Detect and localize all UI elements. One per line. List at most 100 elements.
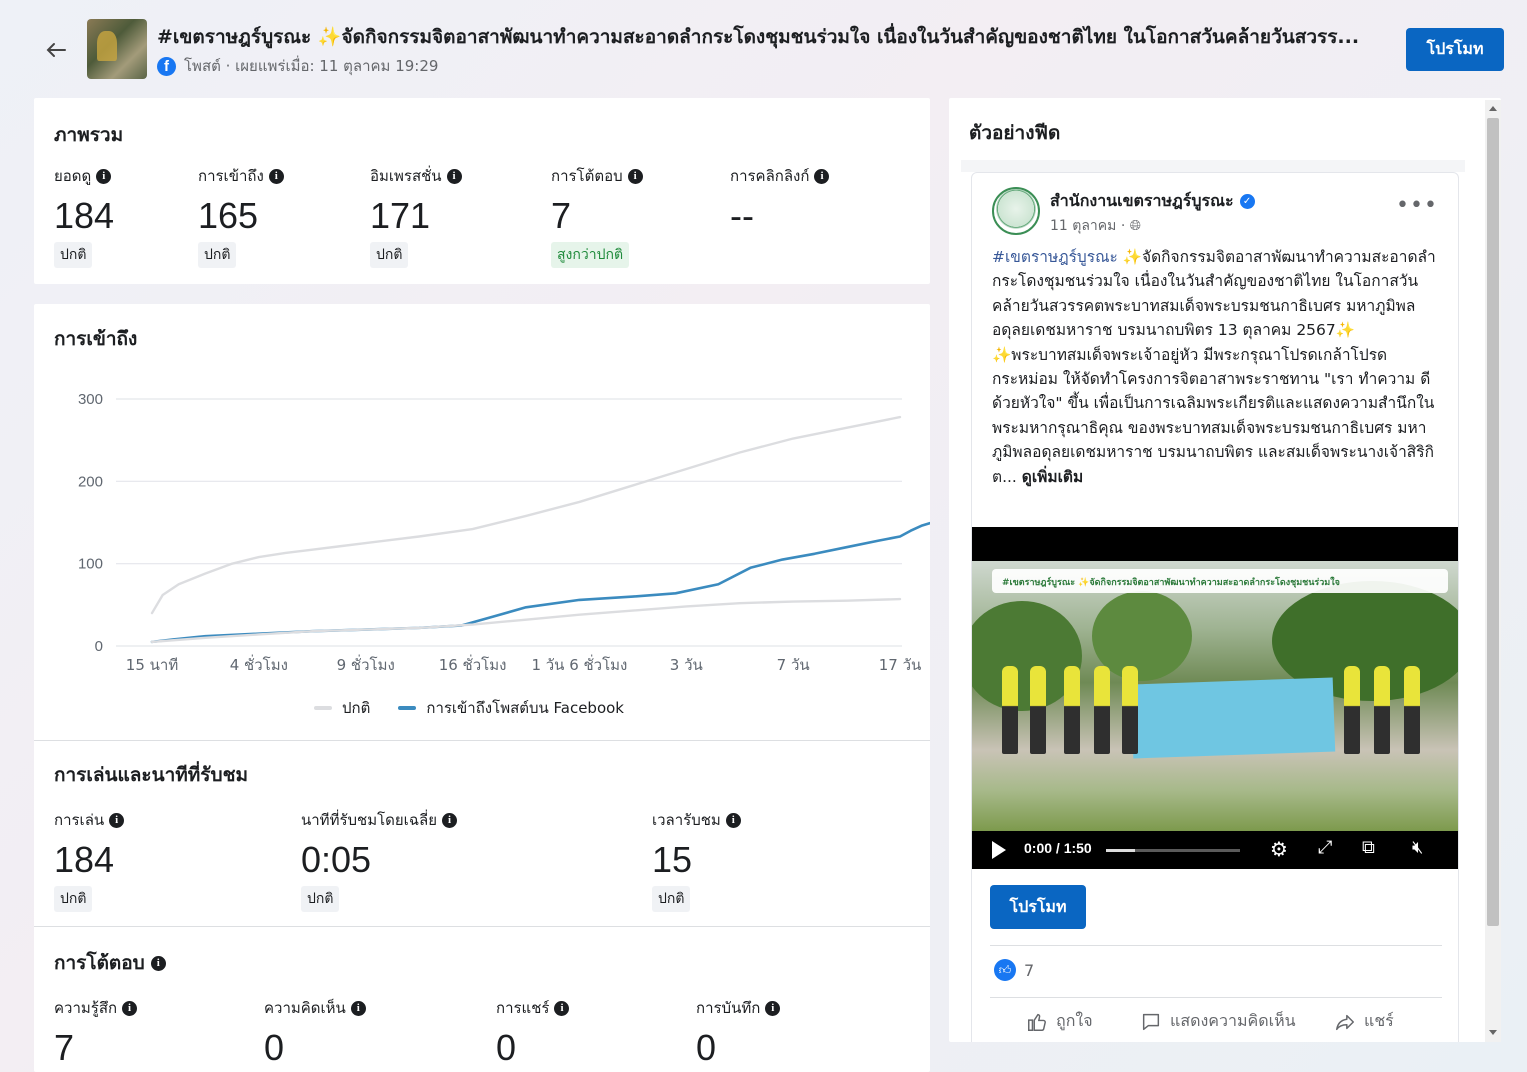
video-banner <box>1130 677 1336 759</box>
metric-label: การแชร์ <box>496 999 550 1017</box>
y-tick-label: 200 <box>78 473 103 490</box>
metric-shares: การแชร์ i 0 <box>496 996 570 1070</box>
info-icon[interactable]: i <box>150 955 166 971</box>
post-title: #เขตราษฎร์บูรณะ ✨จัดกิจกรรมจิตอาสาพัฒนาท… <box>157 26 1360 48</box>
chart-legend: ปกติ การเข้าถึงโพสต์บน Facebook <box>314 696 624 720</box>
post-thumbnail <box>87 19 147 79</box>
info-icon[interactable]: i <box>96 168 112 184</box>
see-more-link[interactable]: ดูเพิ่มเติม <box>1022 468 1083 486</box>
metric-label: การโต้ตอบ <box>551 167 623 185</box>
metric-value: 0:05 <box>301 839 372 880</box>
status-badge: สูงกว่าปกติ <box>551 242 630 268</box>
feed-post: สำนักงานเขตราษฎร์บูรณะ ✓ 11 ตุลาคม · 🌐︎ … <box>971 172 1459 1042</box>
fullscreen-icon[interactable]: ⤢ <box>1318 837 1332 858</box>
post-body: #เขตราษฎร์บูรณะ ✨จัดกิจกรรมจิตอาสาพัฒนาท… <box>992 245 1442 489</box>
metric-label: เวลารับชม <box>652 811 721 829</box>
info-icon[interactable]: i <box>446 168 462 184</box>
video-caption: #เขตราษฎร์บูรณะ ✨จัดกิจกรรมจิตอาสาพัฒนาท… <box>992 569 1448 593</box>
info-icon[interactable]: i <box>350 1000 366 1016</box>
promote-button-feed[interactable]: โปรโมท <box>990 885 1086 929</box>
post-meta-text: โพสต์ · เผยแพร่เมื่อ: 11 ตุลาคม 19:29 <box>184 57 439 75</box>
legend-label: ปกติ <box>342 699 371 717</box>
legend-item-normal[interactable]: ปกติ <box>314 696 370 720</box>
status-badge: ปกติ <box>652 886 691 912</box>
metric-value: 0 <box>496 1027 517 1068</box>
metric-value: 165 <box>198 195 259 236</box>
share-button[interactable]: แชร์ <box>1334 1009 1394 1034</box>
share-icon <box>1336 1014 1354 1030</box>
progress-fill <box>1106 849 1136 852</box>
like-count-row[interactable]: 👍︎ 7 <box>994 959 1034 981</box>
page-avatar[interactable] <box>992 187 1040 235</box>
thumbs-up-icon <box>1028 1013 1046 1031</box>
series-line-normal <box>150 415 902 615</box>
like-label: ถูกใจ <box>1056 1011 1093 1030</box>
y-tick-label: 100 <box>78 556 103 573</box>
play-icon[interactable] <box>992 841 1006 859</box>
status-badge: ปกติ <box>370 242 409 268</box>
status-badge: ปกติ <box>54 242 93 268</box>
post-date[interactable]: 11 ตุลาคม · <box>1050 218 1125 234</box>
metric-label: การคลิกลิงก์ <box>730 167 810 185</box>
info-icon[interactable]: i <box>122 1000 138 1016</box>
metric-avg-watch: นาทีที่รับชมโดยเฉลี่ย i 0:05 ปกติ <box>301 808 458 912</box>
status-badge: ปกติ <box>54 886 93 912</box>
video-frame: #เขตราษฎร์บูรณะ ✨จัดกิจกรรมจิตอาสาพัฒนาท… <box>972 561 1458 831</box>
info-icon[interactable]: i <box>725 812 741 828</box>
x-tick-label: 4 ชั่วโมง <box>230 654 288 674</box>
info-icon[interactable]: i <box>442 812 458 828</box>
metric-value: 7 <box>551 195 572 236</box>
overview-title: ภาพรวม <box>54 124 124 146</box>
metric-saves: การบันทึก i 0 <box>696 996 781 1070</box>
divider <box>34 926 930 927</box>
promote-button[interactable]: โปรโมท <box>1406 28 1504 71</box>
metric-reach: การเข้าถึง i 165 ปกติ <box>198 164 284 268</box>
feed-scrollbar[interactable] <box>1485 100 1501 1042</box>
globe-icon: 🌐︎ <box>1129 218 1141 234</box>
divider <box>990 945 1442 946</box>
like-button[interactable]: ถูกใจ <box>1026 1009 1093 1034</box>
metric-value: 184 <box>54 195 115 236</box>
share-label: แชร์ <box>1364 1011 1394 1030</box>
video-progress-bar[interactable] <box>1106 849 1240 852</box>
metric-label: การเล่น <box>54 811 105 829</box>
info-icon[interactable]: i <box>554 1000 570 1016</box>
metric-link-clicks: การคลิกลิงก์ i -- <box>730 164 830 238</box>
comment-button[interactable]: แสดงความคิดเห็น <box>1140 1009 1296 1034</box>
post-meta: f โพสต์ · เผยแพร่เมื่อ: 11 ตุลาคม 19:29 <box>157 54 438 78</box>
video-scene <box>1374 666 1390 754</box>
metric-label: ความคิดเห็น <box>264 999 346 1017</box>
info-icon[interactable]: i <box>268 168 284 184</box>
post-date-row: 11 ตุลาคม · 🌐︎ <box>1050 215 1141 237</box>
picture-in-picture-icon[interactable]: ⧉ <box>1362 837 1375 858</box>
metric-reactions: ความรู้สึก i 7 <box>54 996 138 1070</box>
metric-plays: การเล่น i 184 ปกติ <box>54 808 125 912</box>
reach-card: การเข้าถึง 0 100 200 300 15 นาที 4 ชั่วโมง 9 ช… <box>34 304 930 1072</box>
scroll-down-icon[interactable] <box>1489 1030 1497 1035</box>
gear-icon[interactable]: ⚙ <box>1270 837 1288 861</box>
info-icon[interactable]: i <box>109 812 125 828</box>
legend-item-reach[interactable]: การเข้าถึงโพสต์บน Facebook <box>398 696 624 720</box>
info-icon[interactable]: i <box>765 1000 781 1016</box>
overview-card: ภาพรวม ยอดดู i 184 ปกติ การเข้าถึง i 165 ป… <box>34 98 930 284</box>
metric-label: ยอดดู <box>54 167 92 185</box>
video-scene <box>1030 666 1046 754</box>
metric-value: -- <box>730 195 754 236</box>
mute-icon[interactable]: 🔇︎ <box>1412 837 1423 858</box>
metric-label: การเข้าถึง <box>198 167 264 185</box>
info-icon[interactable]: i <box>814 168 830 184</box>
legend-swatch <box>314 706 332 710</box>
divider <box>34 740 930 741</box>
back-arrow-icon[interactable] <box>42 36 70 64</box>
page-name[interactable]: สำนักงานเขตราษฎร์บูรณะ <box>1050 189 1234 214</box>
post-text-2: ✨พระบาทสมเด็จพระเจ้าอยู่หัว มีพระกรุณาโป… <box>992 345 1435 486</box>
more-options-icon[interactable]: ••• <box>1396 193 1438 218</box>
metric-views: ยอดดู i 184 ปกติ <box>54 164 114 268</box>
metric-label: อิมเพรสชั่น <box>370 167 442 185</box>
hashtag-link[interactable]: #เขตราษฎร์บูรณะ <box>992 248 1118 266</box>
scroll-thumb[interactable] <box>1487 118 1499 926</box>
scroll-up-icon[interactable] <box>1489 106 1497 111</box>
info-icon[interactable]: i <box>627 168 643 184</box>
video-player[interactable]: #เขตราษฎร์บูรณะ ✨จัดกิจกรรมจิตอาสาพัฒนาท… <box>972 527 1458 869</box>
metric-value: 15 <box>652 839 693 880</box>
